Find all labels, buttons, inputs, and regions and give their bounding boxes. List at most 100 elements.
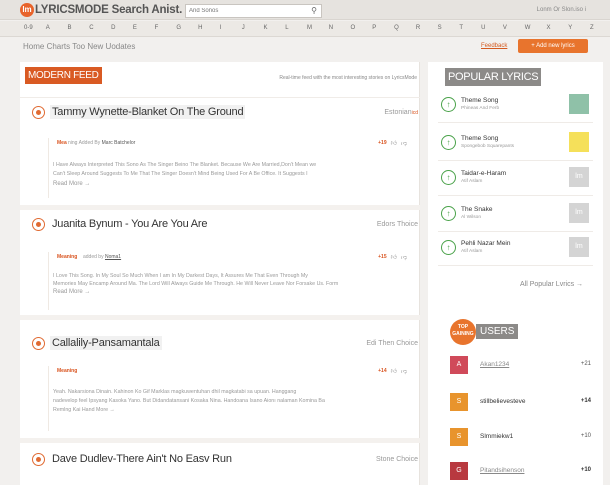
alphabet-letter-x[interactable]: X	[546, 25, 550, 31]
read-more-link[interactable]: Read More →	[53, 181, 90, 187]
popular-title[interactable]: Theme Song	[461, 97, 498, 104]
read-more-link[interactable]: Read More →	[53, 289, 90, 295]
arrow-up-icon: ↑	[441, 206, 456, 221]
spongebob-thumbnail	[569, 132, 589, 152]
song-title[interactable]: Juanita Bynum - You Are You Are	[50, 217, 210, 231]
top-gaining-badge: TOP GAINING	[450, 319, 476, 345]
alphabet-letter-f[interactable]: F	[155, 25, 159, 31]
popular-item[interactable]: ↑ The Snake Al Wilson lm	[438, 200, 593, 232]
alphabet-letter-w[interactable]: W	[525, 25, 531, 31]
feed-card: Callalily-Pansamantala Edi Then Choice M…	[20, 333, 420, 438]
alphabet-letter-m[interactable]: M	[307, 25, 312, 31]
popular-item[interactable]: ↑ Theme Song Spongebob Squarepants	[438, 129, 593, 161]
card-divider	[20, 205, 420, 210]
user-score: +10	[580, 467, 591, 473]
thumbs-up-icon[interactable]: 👍︎	[391, 367, 397, 375]
alphabet-letter-p[interactable]: P	[372, 25, 376, 31]
alphabet-letter-s[interactable]: S	[438, 25, 442, 31]
alphabet-letter-y[interactable]: Y	[568, 25, 572, 31]
alphabet-letter-u[interactable]: U	[481, 25, 485, 31]
alphabet-letter-v[interactable]: V	[503, 25, 507, 31]
song-language: Edi Then Choice	[366, 340, 418, 347]
thumbs-down-icon[interactable]: 👎︎	[401, 367, 407, 375]
popular-title[interactable]: Theme Song	[461, 135, 498, 142]
alphabet-letter-z[interactable]: Z	[590, 25, 594, 31]
meaning-box: Meaning +14 👍︎ 👎︎ Yeah. Nakarsiona Dinai…	[48, 366, 419, 431]
alphabet-letter-c[interactable]: C	[89, 25, 93, 31]
thumbs-up-icon[interactable]: 👍︎	[391, 253, 397, 261]
song-row: Juanita Bynum - You Are You Are Edors Th…	[20, 214, 420, 238]
thumbs-up-icon[interactable]: 👍︎	[391, 139, 397, 147]
alphabet-letter-e[interactable]: E	[133, 25, 137, 31]
placeholder-thumbnail: lm	[569, 167, 589, 187]
user-name[interactable]: Pitandsihenson	[480, 467, 524, 474]
add-lyrics-button[interactable]: + Add new lyrics	[518, 39, 588, 53]
alphabet-letter-h[interactable]: H	[198, 25, 202, 31]
alphabet-letter-o[interactable]: O	[351, 25, 356, 31]
song-title[interactable]: Callalily-Pansamantala	[50, 336, 162, 350]
vote-score: +15	[378, 254, 387, 260]
user-row[interactable]: S stillbelievesteve +14	[448, 393, 593, 417]
users-title: USERS	[476, 324, 519, 339]
search-input[interactable]	[186, 8, 304, 14]
card-divider	[20, 315, 420, 320]
user-row[interactable]: G Pitandsihenson +10	[448, 462, 593, 485]
song-title[interactable]: Tammy Wynette-Blanket On The Ground	[50, 105, 246, 119]
feed-card: Dave Dudlev-There Ain't No Easv Run Ston…	[20, 449, 420, 479]
user-score: +21	[580, 361, 591, 367]
search-icon[interactable]: ⚲	[311, 6, 317, 15]
alphabet-letter-k[interactable]: K	[263, 25, 267, 31]
popular-title[interactable]: The Snake	[461, 206, 492, 213]
song-language: Stone Choice	[375, 456, 418, 463]
alphabet-letter-n[interactable]: N	[329, 25, 333, 31]
meaning-label: Meaning	[57, 254, 78, 260]
user-name[interactable]: stillbelievesteve	[480, 398, 526, 405]
logo-icon: lm	[20, 3, 34, 17]
meaning-box: Mea ning Added By Marc Batchelor +19 👍︎ …	[48, 138, 419, 198]
search-box[interactable]: ⚲	[185, 4, 322, 18]
read-more-link[interactable]: Remlng Kai Hand More →	[53, 406, 413, 415]
speech-bubble-icon	[32, 453, 45, 466]
meaning-author: added by Noma1	[83, 254, 122, 260]
user-row[interactable]: A Akan1234 +21	[448, 356, 593, 380]
alphabet-letter-a[interactable]: A	[46, 25, 50, 31]
vote-score: +19	[378, 140, 387, 146]
meaning-label: Meaning	[57, 368, 78, 374]
popular-artist: Atif Aslam	[461, 249, 483, 254]
alphabet-letter-0-9[interactable]: 0-9	[24, 25, 33, 31]
card-divider	[20, 438, 420, 443]
alphabet-letter-t[interactable]: T	[459, 25, 463, 31]
popular-item[interactable]: ↑ Taidar-e-Haram Atif Aslam lm	[438, 164, 593, 196]
nav-links[interactable]: Home Charts Too New Uodates	[23, 42, 135, 51]
user-score: +10	[580, 433, 591, 439]
popular-item[interactable]: ↑ Pehli Nazar Mein Atif Aslam lm	[438, 234, 593, 266]
alphabet-letter-d[interactable]: D	[111, 25, 115, 31]
popular-title[interactable]: Pehli Nazar Mein	[461, 240, 511, 247]
feed-card: Juanita Bynum - You Are You Are Edors Th…	[20, 214, 420, 314]
song-row: Callalily-Pansamantala Edi Then Choice	[20, 333, 420, 357]
all-popular-lyrics-link[interactable]: All Popular Lvrics →	[520, 281, 583, 288]
sidebar	[428, 62, 603, 485]
alphabet-letter-b[interactable]: B	[68, 25, 72, 31]
popular-artist: Atif Aslam	[461, 179, 483, 184]
thumbs-down-icon[interactable]: 👎︎	[401, 139, 407, 147]
user-name[interactable]: Slmmiekw1	[480, 433, 513, 440]
alphabet-letter-i[interactable]: I	[220, 25, 222, 31]
feed-subtitle: Real-time feed with the most interesting…	[279, 75, 417, 81]
login-link[interactable]: Lonm Or Slon.iso i	[537, 7, 586, 13]
feed-card: Tammy Wynette-Blanket On The Ground Esto…	[20, 102, 420, 207]
user-row[interactable]: S Slmmiekw1 +10	[448, 428, 593, 452]
popular-title[interactable]: Taidar-e-Haram	[461, 170, 506, 177]
thumbs-down-icon[interactable]: 👎︎	[401, 253, 407, 261]
popular-item[interactable]: ↑ Theme Song Phineas And Ferb	[438, 91, 593, 123]
alphabet-letter-l[interactable]: L	[285, 25, 288, 31]
alphabet-letter-j[interactable]: J	[242, 25, 245, 31]
avatar: A	[450, 356, 468, 374]
alphabet-letter-r[interactable]: R	[416, 25, 420, 31]
feedback-link[interactable]: Feedback	[481, 43, 507, 49]
alphabet-letter-q[interactable]: Q	[394, 25, 399, 31]
top-bar: lm LYRICSMODE Search Anist. About ⚲ Lonm…	[0, 0, 610, 20]
user-name[interactable]: Akan1234	[480, 361, 509, 368]
alphabet-letter-g[interactable]: G	[176, 25, 181, 31]
song-title[interactable]: Dave Dudlev-There Ain't No Easv Run	[50, 452, 234, 466]
